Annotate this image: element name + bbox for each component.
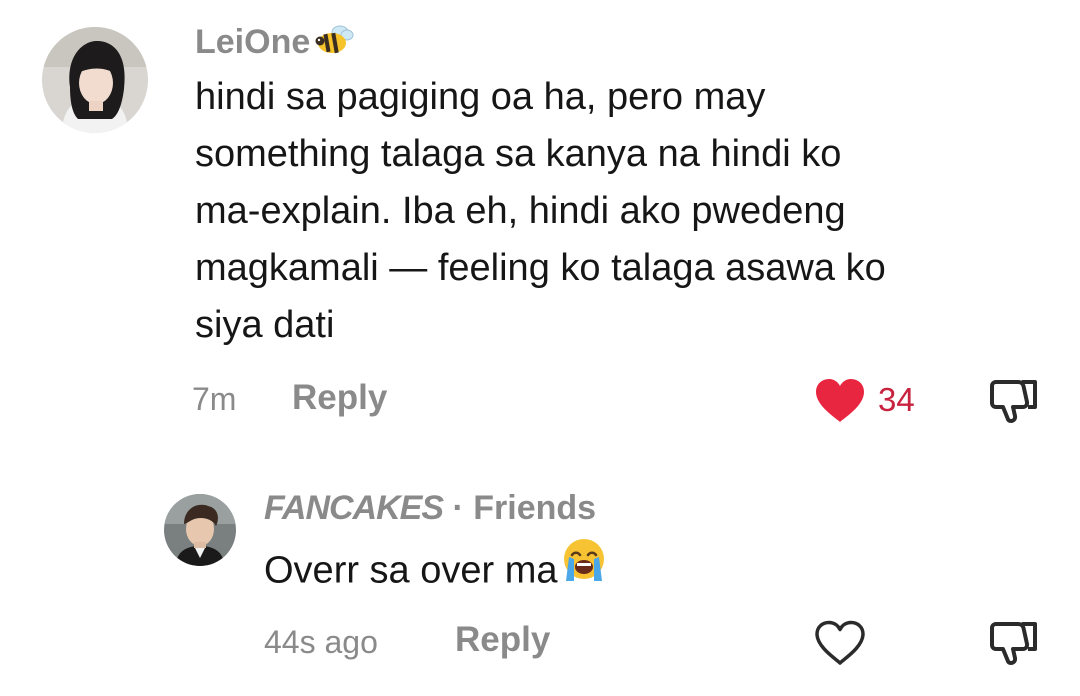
comment-text-line: something talaga sa kanya na hindi ko [195, 133, 842, 175]
dislike-button[interactable] [988, 618, 1040, 668]
thumbs-down-icon [990, 380, 1037, 423]
comment-timestamp: 7m [192, 381, 237, 417]
thumbs-down-icon [990, 622, 1037, 665]
like-count: 34 [878, 381, 915, 418]
comment-timestamp: 44s ago [264, 624, 378, 660]
username-text: LeiOne [195, 23, 311, 61]
avatar[interactable] [42, 27, 148, 133]
like-button[interactable] [814, 620, 866, 666]
comment-text-line: Overr sa over ma [264, 549, 558, 592]
avatar-image [42, 27, 148, 133]
comment-username[interactable]: LeiOne [195, 22, 354, 66]
relation-label: Friends [473, 489, 597, 527]
reply-button[interactable]: Reply [455, 620, 550, 660]
comment-text: Overr sa over ma [264, 537, 608, 605]
comment-text-line: ma-explain. Iba eh, hindi ako pwedeng [195, 190, 846, 232]
username-text: FANCAKES [264, 489, 444, 527]
comment-text-line: hindi sa pagiging oa ha, pero may [195, 76, 766, 118]
comment-text: hindi sa pagiging oa ha, pero may someth… [195, 69, 886, 354]
bee-icon [312, 23, 354, 66]
heart-filled-icon [816, 379, 864, 422]
like-button[interactable] [814, 378, 866, 424]
relation-separator: · [452, 489, 464, 527]
loudly-crying-face-icon [560, 537, 608, 602]
comment-username[interactable]: FANCAKES · Friends [264, 488, 596, 528]
comment-item: LeiOne hindi sa pagiging oa ha, pero may… [0, 0, 1080, 440]
dislike-button[interactable] [988, 376, 1040, 426]
avatar[interactable] [164, 494, 236, 566]
comment-text-line: siya dati [195, 304, 335, 346]
comment-text-line: magkamali — feeling ko talaga asawa ko [195, 247, 886, 289]
avatar-image [164, 494, 236, 566]
heart-outline-icon [815, 620, 865, 665]
reply-button[interactable]: Reply [292, 378, 387, 418]
reply-comment-item: FANCAKES · Friends Overr sa over ma 44s … [0, 470, 1080, 696]
